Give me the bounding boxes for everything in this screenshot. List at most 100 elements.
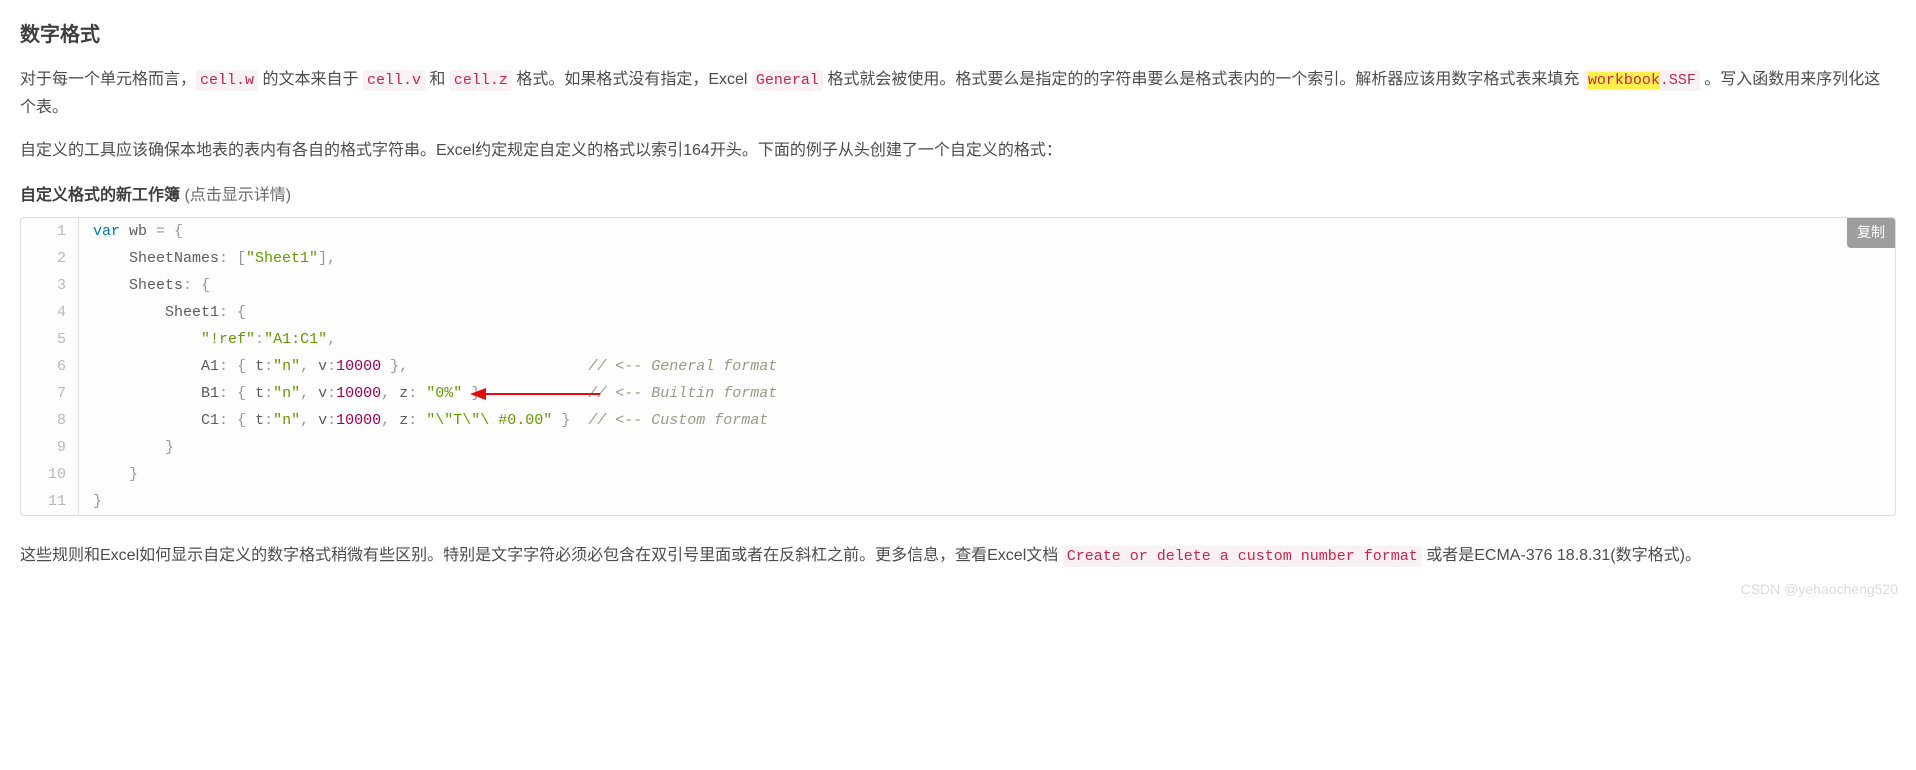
string: "\"T\"\ #0.00" — [426, 412, 552, 429]
line-number: 11 — [21, 488, 79, 515]
code-line: SheetNames: ["Sheet1"], — [79, 245, 336, 272]
code-line: "!ref":"A1:C1", — [79, 326, 336, 353]
line-number: 8 — [21, 407, 79, 434]
punct: } — [129, 466, 138, 483]
text: 格式就会被使用。格式要么是指定的的字符串要么是格式表内的一个索引。解析器应该用数… — [823, 71, 1584, 88]
pad — [570, 412, 588, 429]
string: "Sheet1" — [246, 250, 318, 267]
comment: // <-- Custom format — [588, 412, 768, 429]
subtitle-bold: 自定义格式的新工作簿 — [20, 187, 180, 204]
line-number: 2 — [21, 245, 79, 272]
code-subtitle[interactable]: 自定义格式的新工作簿 (点击显示详情) — [20, 182, 1896, 209]
subtitle-hint: (点击显示详情) — [180, 187, 291, 204]
pad — [489, 385, 588, 402]
punct: : — [255, 331, 264, 348]
pad — [408, 358, 588, 375]
string: "0%" — [426, 385, 462, 402]
punct: : — [408, 412, 426, 429]
comment: // <-- General format — [588, 358, 777, 375]
prop: Sheet1 — [165, 304, 219, 321]
prop: t — [255, 358, 264, 375]
punct: , — [300, 385, 318, 402]
prop: v — [318, 412, 327, 429]
text: 和 — [425, 71, 450, 88]
prop: z — [399, 385, 408, 402]
code-line: Sheets: { — [79, 272, 210, 299]
code-line: A1: { t:"n", v:10000 }, // <-- General f… — [79, 353, 777, 380]
punct: : — [327, 358, 336, 375]
text: 这些规则和Excel如何显示自定义的数字格式稍微有些区别。特别是文字字符必须必包… — [20, 547, 1063, 564]
prop: B1 — [201, 385, 219, 402]
code-line: } — [79, 461, 138, 488]
string: "n" — [273, 412, 300, 429]
line-number: 4 — [21, 299, 79, 326]
paragraph-2: 自定义的工具应该确保本地表的表内有各自的格式字符串。Excel约定规定自定义的格… — [20, 137, 1896, 164]
code-cell-z: cell.z — [450, 70, 512, 91]
punct: : — [408, 385, 426, 402]
pad — [93, 466, 129, 483]
text: 的文本来自于 — [258, 71, 363, 88]
comment: // <-- Builtin format — [588, 385, 777, 402]
number: 10000 — [336, 358, 381, 375]
pad — [93, 250, 129, 267]
code-block: 复制 1 var wb = { 2 SheetNames: ["Sheet1"]… — [20, 217, 1896, 516]
number: 10000 — [336, 385, 381, 402]
text: .SSF — [1660, 72, 1696, 89]
code-line: Sheet1: { — [79, 299, 246, 326]
text: 或者是ECMA-376 18.8.31(数字格式)。 — [1422, 547, 1701, 564]
prop: C1 — [201, 412, 219, 429]
paragraph-1: 对于每一个单元格而言，cell.w 的文本来自于 cell.v 和 cell.z… — [20, 66, 1896, 121]
section-heading: 数字格式 — [20, 18, 1896, 52]
prop: z — [399, 412, 408, 429]
punct: }, — [381, 358, 408, 375]
punct: : [ — [219, 250, 246, 267]
keyword: var — [93, 223, 120, 240]
code-line: B1: { t:"n", v:10000, z: "0%" }, // <-- … — [79, 380, 777, 407]
line-number: 6 — [21, 353, 79, 380]
code-line: C1: { t:"n", v:10000, z: "\"T\"\ #0.00" … — [79, 407, 768, 434]
punct: } — [93, 493, 102, 510]
copy-button[interactable]: 复制 — [1847, 218, 1895, 248]
paragraph-3: 这些规则和Excel如何显示自定义的数字格式稍微有些区别。特别是文字字符必须必包… — [20, 542, 1896, 570]
watermark: CSDN @yehaocheng520 — [1741, 578, 1898, 602]
code-line: var wb = { — [79, 218, 183, 245]
punct: }, — [462, 385, 489, 402]
string: "n" — [273, 358, 300, 375]
pad — [93, 358, 201, 375]
line-number: 5 — [21, 326, 79, 353]
punct: : { — [219, 385, 255, 402]
punct: : — [264, 385, 273, 402]
code-line: } — [79, 434, 174, 461]
punct: : — [264, 358, 273, 375]
punct: , — [381, 412, 399, 429]
text: 对于每一个单元格而言， — [20, 71, 196, 88]
punct: } — [165, 439, 174, 456]
code-workbook-ssf: workbook.SSF — [1584, 70, 1700, 91]
punct: ], — [318, 250, 336, 267]
identifier: wb — [120, 223, 156, 240]
pad — [93, 439, 165, 456]
punct: : — [327, 385, 336, 402]
line-number: 1 — [21, 218, 79, 245]
prop: t — [255, 412, 264, 429]
number: 10000 — [336, 412, 381, 429]
punct: : { — [219, 412, 255, 429]
punct: = { — [156, 223, 183, 240]
punct: : { — [183, 277, 210, 294]
line-number: 9 — [21, 434, 79, 461]
pad — [93, 412, 201, 429]
punct: } — [552, 412, 570, 429]
text: 格式。如果格式没有指定，Excel — [512, 71, 752, 88]
prop: v — [318, 385, 327, 402]
code-cell-w: cell.w — [196, 70, 258, 91]
pad — [93, 385, 201, 402]
highlight-workbook: workbook — [1588, 72, 1660, 89]
prop: A1 — [201, 358, 219, 375]
string: "n" — [273, 385, 300, 402]
punct: , — [300, 358, 318, 375]
pad — [93, 277, 129, 294]
punct: , — [327, 331, 336, 348]
code-cell-v: cell.v — [363, 70, 425, 91]
punct: : { — [219, 304, 246, 321]
line-number: 7 — [21, 380, 79, 407]
